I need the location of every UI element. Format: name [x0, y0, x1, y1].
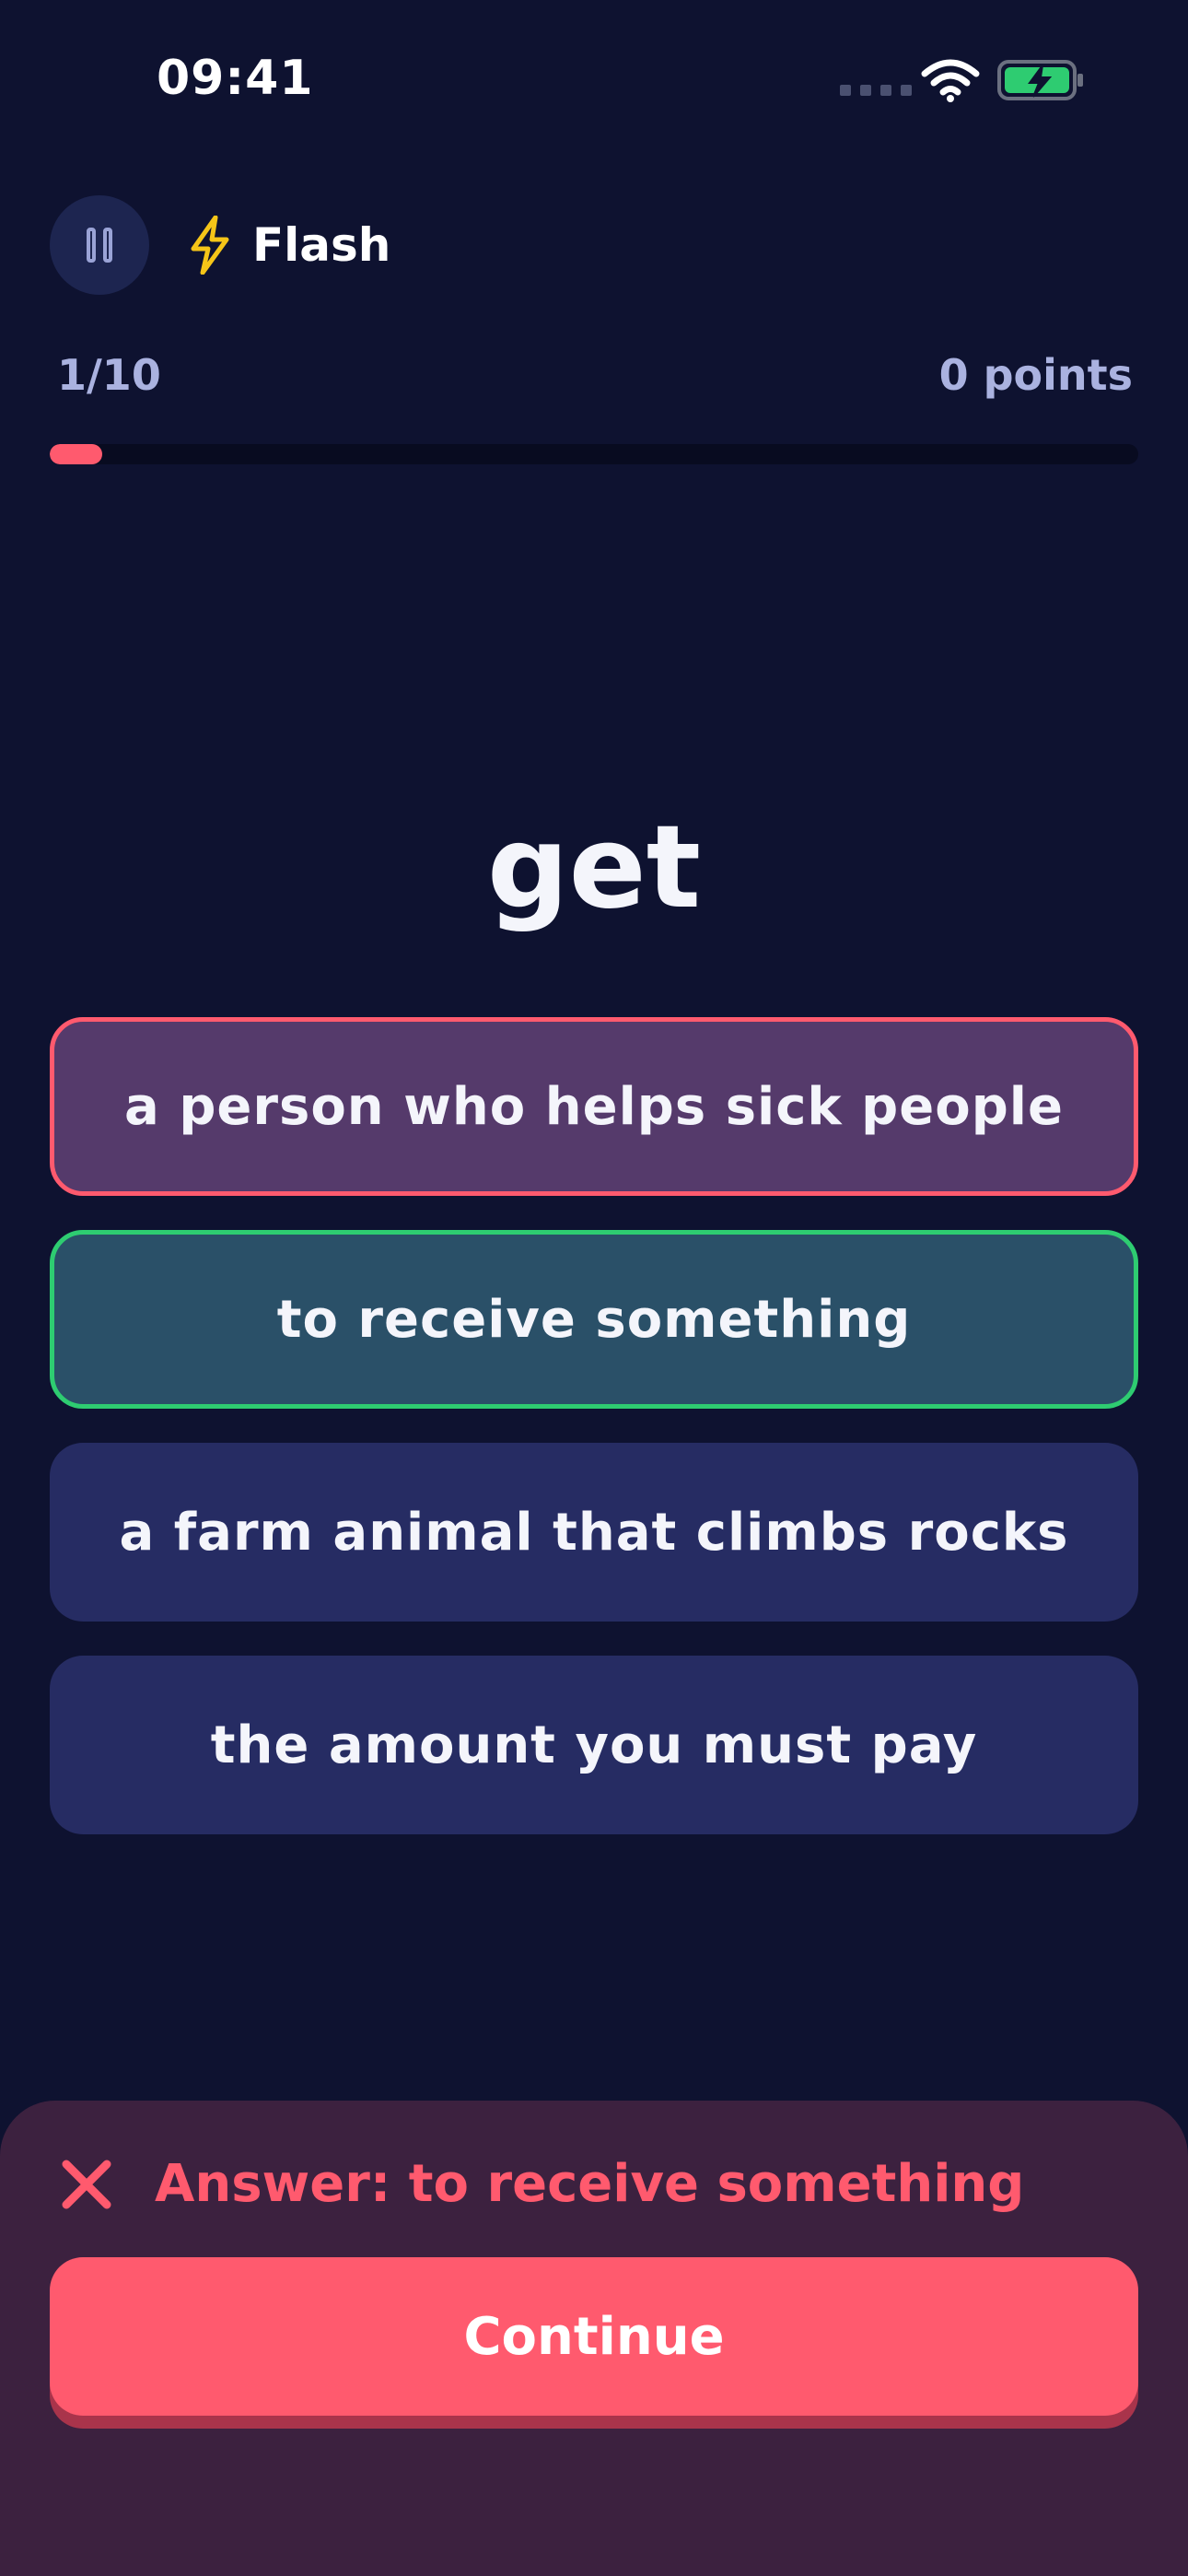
status-bar: 09:41 [0, 0, 1188, 157]
status-time: 09:41 [157, 51, 314, 106]
mode-label: Flash [252, 218, 391, 272]
answer-options: a person who helps sick people to receiv… [50, 1017, 1138, 1868]
answer-option-4[interactable]: the amount you must pay [50, 1656, 1138, 1834]
answer-option-1[interactable]: a person who helps sick people [50, 1017, 1138, 1196]
pause-button[interactable] [50, 195, 149, 295]
quiz-header: Flash [50, 195, 390, 295]
pause-icon [87, 228, 96, 263]
progress-bar-fill [50, 444, 102, 464]
battery-charging-icon [997, 60, 1083, 100]
points-counter: 0 points [938, 350, 1133, 400]
question-counter: 1/10 [57, 350, 161, 400]
lightning-bolt-icon [191, 216, 229, 275]
close-icon [62, 2160, 111, 2208]
correct-answer-text: Answer: to receive something [155, 2154, 1025, 2214]
feedback-panel: Answer: to receive something Continue [0, 2101, 1188, 2576]
cellular-signal-icon [840, 85, 912, 96]
feedback-row: Answer: to receive something [59, 2154, 1024, 2214]
continue-button[interactable]: Continue [50, 2257, 1138, 2416]
wifi-icon [921, 59, 980, 102]
progress-bar [50, 444, 1138, 464]
quiz-word: get [486, 802, 702, 934]
answer-option-3[interactable]: a farm animal that climbs rocks [50, 1443, 1138, 1622]
answer-option-2[interactable]: to receive something [50, 1230, 1138, 1409]
